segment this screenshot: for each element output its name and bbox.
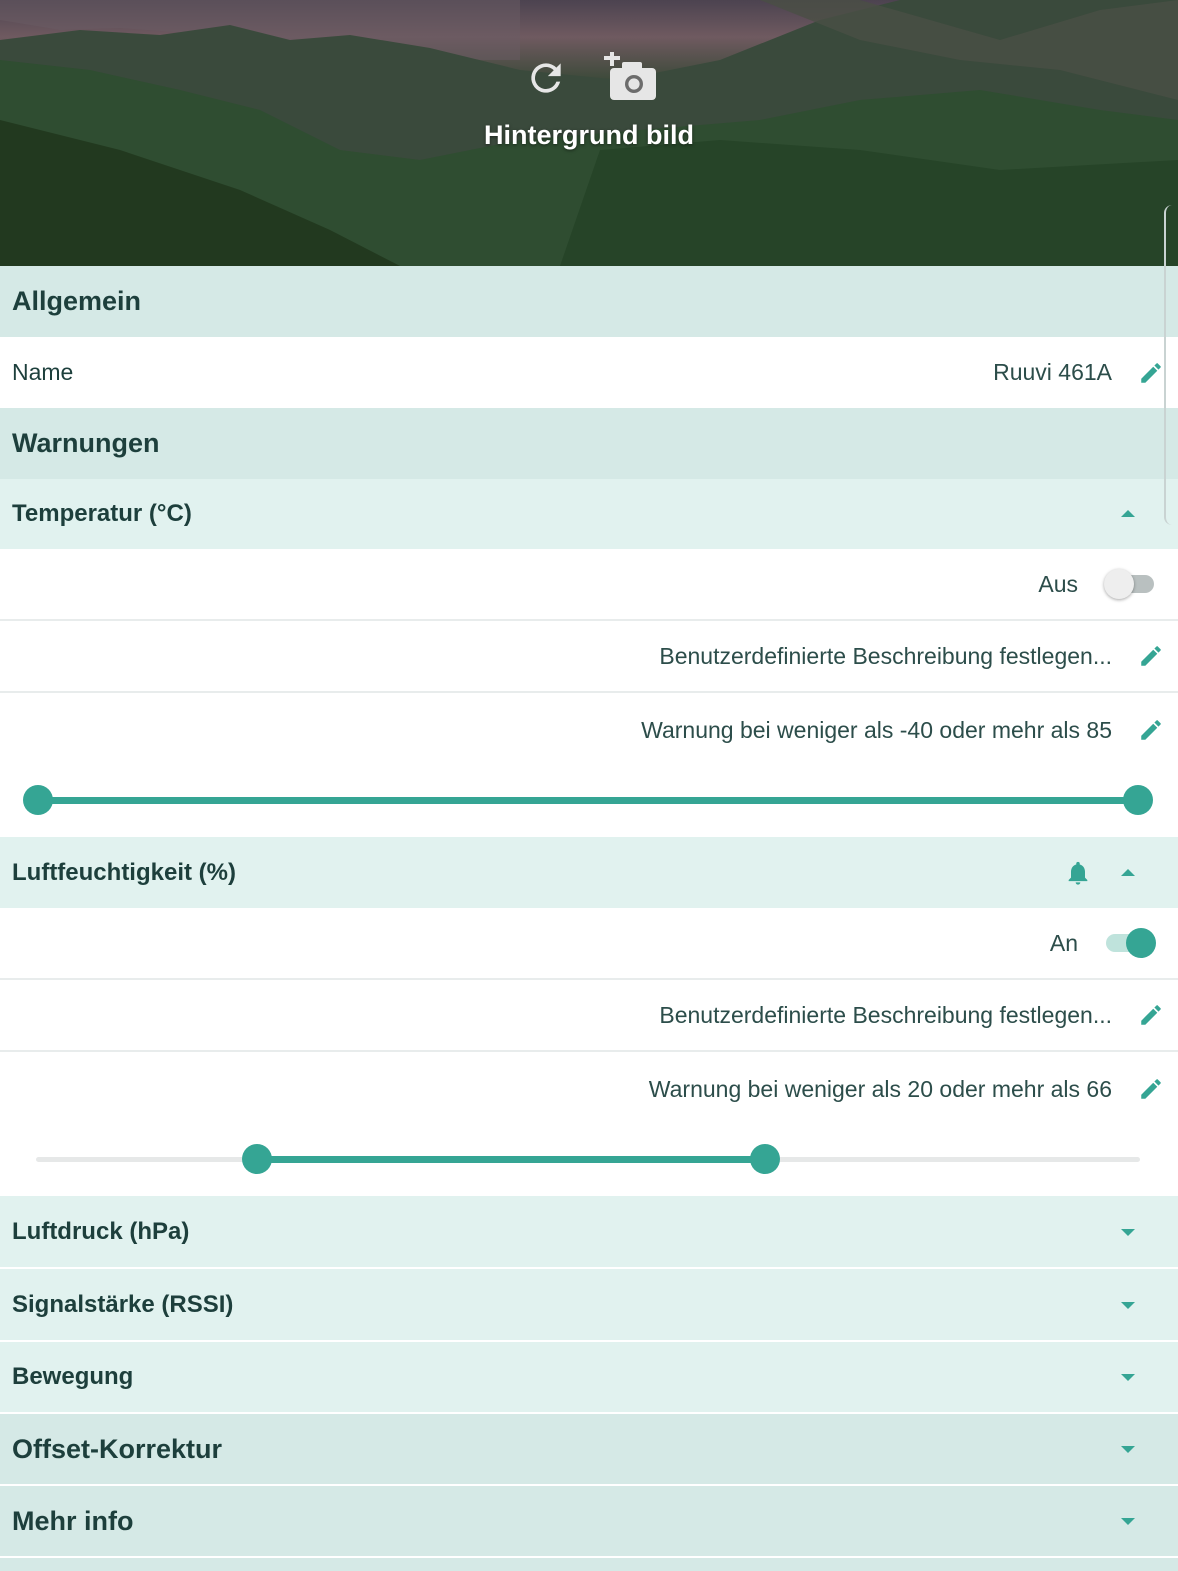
temperature-alert-toggle[interactable]: [1104, 569, 1156, 599]
edit-pencil-icon[interactable]: [1138, 1002, 1164, 1028]
humidity-alert-toggle[interactable]: [1104, 928, 1156, 958]
alert-label: Luftfeuchtigkeit (%): [12, 858, 236, 886]
temperature-slider-row: [0, 767, 1178, 837]
alert-label: Signalstärke (RSSI): [12, 1290, 234, 1318]
chevron-up-icon[interactable]: [1118, 867, 1138, 879]
humidity-slider-row: [0, 1126, 1178, 1196]
chevron-down-icon[interactable]: [1118, 1515, 1138, 1527]
section-more-info[interactable]: Mehr info: [0, 1486, 1178, 1556]
range-text: Warnung bei weniger als 20 oder mehr als…: [648, 1075, 1112, 1102]
section-title: Offset-Korrektur: [12, 1433, 223, 1464]
humidity-description-row[interactable]: Benutzerdefinierte Beschreibung festlege…: [0, 980, 1178, 1052]
pressure-alert-header[interactable]: Luftdruck (hPa): [0, 1196, 1178, 1267]
humidity-range-slider[interactable]: [36, 1143, 1140, 1175]
alert-label: Luftdruck (hPa): [12, 1217, 190, 1245]
temperature-range-row[interactable]: Warnung bei weniger als -40 oder mehr al…: [0, 693, 1178, 767]
slider-max-handle[interactable]: [1123, 785, 1153, 815]
chevron-down-icon[interactable]: [1118, 1299, 1138, 1311]
slider-min-handle[interactable]: [23, 785, 53, 815]
add-photo-icon[interactable]: [602, 48, 662, 108]
humidity-range-row[interactable]: Warnung bei weniger als 20 oder mehr als…: [0, 1052, 1178, 1126]
section-title: Mehr info: [12, 1505, 134, 1536]
temperature-description-row[interactable]: Benutzerdefinierte Beschreibung festlege…: [0, 621, 1178, 693]
humidity-alert-header[interactable]: Luftfeuchtigkeit (%): [0, 837, 1178, 908]
toggle-state-label: Aus: [1038, 570, 1078, 597]
humidity-toggle-row: An: [0, 908, 1178, 980]
range-text: Warnung bei weniger als -40 oder mehr al…: [641, 716, 1112, 743]
section-title: Warnungen: [12, 428, 160, 458]
edit-pencil-icon[interactable]: [1138, 643, 1164, 669]
chevron-down-icon[interactable]: [1118, 1443, 1138, 1455]
background-image-header: Hintergrund bild: [0, 0, 1178, 266]
chevron-down-icon[interactable]: [1118, 1226, 1138, 1238]
slider-min-handle[interactable]: [241, 1144, 272, 1174]
temperature-alert-header[interactable]: Temperatur (°C): [0, 479, 1178, 549]
alert-label: Temperatur (°C): [12, 500, 192, 527]
scrollbar[interactable]: [1164, 205, 1178, 525]
section-alerts: Warnungen: [0, 408, 1178, 479]
edit-pencil-icon[interactable]: [1138, 1076, 1164, 1102]
name-value: Ruuvi 461A: [993, 359, 1112, 385]
bell-icon: [1068, 861, 1088, 885]
name-label: Name: [12, 359, 74, 385]
chevron-up-icon[interactable]: [1118, 508, 1138, 520]
description-text: Benutzerdefinierte Beschreibung festlege…: [659, 642, 1112, 669]
section-general: Allgemein: [0, 266, 1178, 337]
name-row[interactable]: Name Ruuvi 461A: [0, 337, 1178, 408]
chevron-down-icon[interactable]: [1118, 1371, 1138, 1383]
edit-pencil-icon[interactable]: [1138, 717, 1164, 743]
alert-label: Bewegung: [12, 1363, 134, 1390]
slider-max-handle[interactable]: [749, 1144, 780, 1174]
section-offset-correction[interactable]: Offset-Korrektur: [0, 1414, 1178, 1484]
toggle-state-label: An: [1049, 929, 1078, 956]
background-image-label[interactable]: Hintergrund bild: [0, 120, 1178, 151]
next-section-edge: [0, 1558, 1178, 1571]
edit-pencil-icon[interactable]: [1138, 360, 1164, 386]
temperature-range-slider[interactable]: [23, 784, 1153, 816]
rssi-alert-header[interactable]: Signalstärke (RSSI): [0, 1269, 1178, 1340]
temperature-toggle-row: Aus: [0, 549, 1178, 621]
movement-alert-header[interactable]: Bewegung: [0, 1342, 1178, 1412]
refresh-icon[interactable]: [516, 48, 576, 108]
description-text: Benutzerdefinierte Beschreibung festlege…: [659, 1001, 1112, 1028]
section-title: Allgemein: [12, 286, 142, 316]
